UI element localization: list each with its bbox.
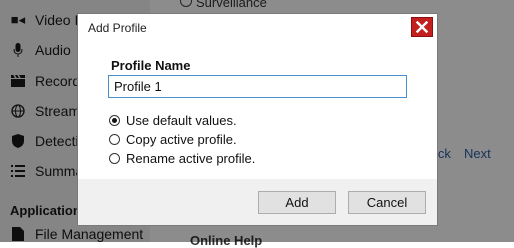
- profile-name-input[interactable]: [108, 75, 407, 98]
- cancel-button[interactable]: Cancel: [348, 191, 426, 214]
- add-button[interactable]: Add: [258, 191, 336, 214]
- radio-button[interactable]: [109, 133, 120, 145]
- option-label: Use default values.: [126, 112, 237, 128]
- dialog-footer: Add Cancel: [78, 179, 437, 225]
- close-icon: [416, 21, 428, 33]
- option-rename-active[interactable]: Rename active profile.: [109, 150, 255, 166]
- profile-name-label: Profile Name: [111, 58, 191, 73]
- option-label: Rename active profile.: [126, 150, 256, 166]
- option-copy-active[interactable]: Copy active profile.: [109, 131, 237, 147]
- option-label: Copy active profile.: [126, 131, 237, 147]
- add-profile-dialog: Add Profile Profile Name Use default val…: [77, 13, 438, 226]
- radio-button[interactable]: [109, 114, 120, 126]
- option-use-default[interactable]: Use default values.: [109, 112, 237, 128]
- dialog-title: Add Profile: [88, 21, 147, 35]
- radio-button[interactable]: [109, 152, 120, 164]
- close-button[interactable]: [411, 17, 433, 37]
